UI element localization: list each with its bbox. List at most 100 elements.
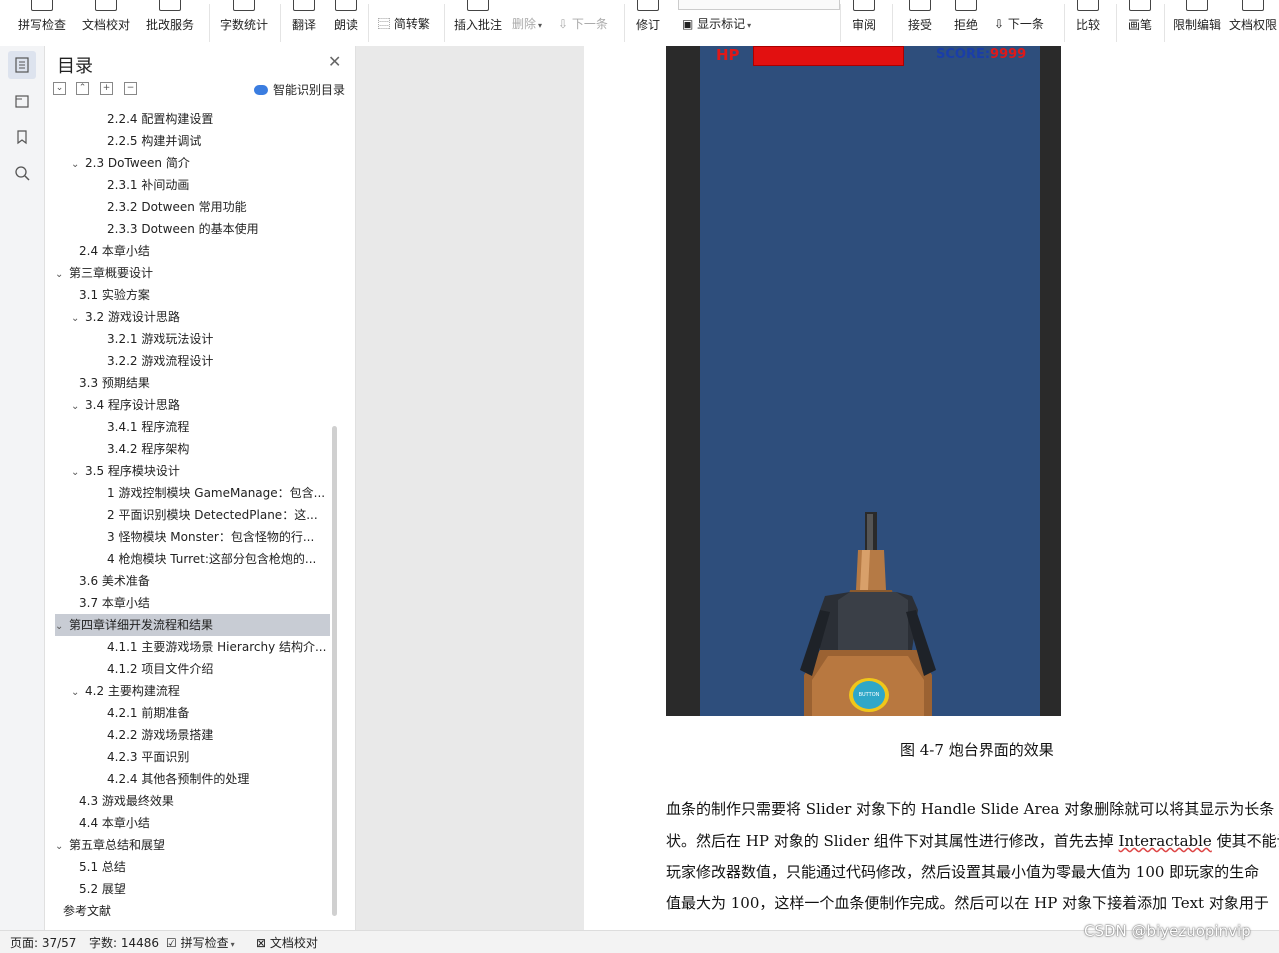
toc-item[interactable]: 2.2.5 构建并调试	[55, 130, 330, 152]
toc-item[interactable]: ⌄ 3.2 游戏设计思路	[55, 306, 330, 328]
toc-item[interactable]: 3.1 实验方案	[55, 284, 330, 306]
collapse-all-icon[interactable]: ⌄	[53, 82, 66, 95]
toc-item[interactable]: 4.1.2 项目文件介绍	[55, 658, 330, 680]
toc-item[interactable]: 参考文献	[55, 900, 330, 922]
spellcheck-status[interactable]: ☑ 拼写检查 ▾	[166, 934, 235, 951]
watermark: CSDN @biyezuopinvip	[1084, 922, 1251, 940]
minus-icon[interactable]: −	[124, 82, 137, 95]
word-count-indicator[interactable]: 字数: 14486	[89, 934, 159, 951]
review-button[interactable]: 审阅	[846, 0, 882, 46]
revise-button[interactable]: 修订	[630, 0, 666, 46]
toc-item[interactable]: 3.2.1 游戏玩法设计	[55, 328, 330, 350]
toc-item[interactable]: 2.3.1 补间动画	[55, 174, 330, 196]
search-button[interactable]	[8, 159, 36, 187]
restrict-edit-button[interactable]: 限制编辑	[1172, 0, 1222, 46]
toc-icon	[15, 57, 29, 73]
toc-item[interactable]: 3.3 预期结果	[55, 372, 330, 394]
next-change-button[interactable]: ⇩ 下一条	[994, 15, 1044, 32]
page-indicator[interactable]: 页面: 37/57	[10, 934, 76, 951]
toc-panel-button[interactable]	[8, 51, 36, 79]
proofread-button[interactable]: 文档校对	[80, 0, 132, 46]
next-comment-button[interactable]: ⇩ 下一条	[558, 15, 608, 32]
toc-item[interactable]: 2.2.4 配置构建设置	[55, 108, 330, 130]
toc-item[interactable]: ⌄ 3.4 程序设计思路	[55, 394, 330, 416]
toc-item[interactable]: 4.2.1 前期准备	[55, 702, 330, 724]
chapter-nav-button[interactable]	[8, 87, 36, 115]
doc-permission-button[interactable]: 文档权限	[1229, 0, 1277, 46]
accept-button[interactable]: 接受	[902, 0, 938, 46]
toc-item[interactable]: ⌄ 第三章概要设计	[55, 262, 330, 284]
toc-item[interactable]: 2.3.3 Dotween 的基本使用	[55, 218, 330, 240]
delete-comment-button[interactable]: 删除 ▾	[512, 15, 542, 32]
toc-item-label: 3.2 游戏设计思路	[85, 310, 180, 324]
toc-item[interactable]: 4.2.3 平面识别	[55, 746, 330, 768]
chevron-down-icon[interactable]: ⌄	[71, 154, 85, 174]
chevron-down-icon[interactable]: ⌄	[71, 462, 85, 482]
toc-item[interactable]: 2.3.2 Dotween 常用功能	[55, 196, 330, 218]
ribbon-divider	[368, 4, 369, 42]
toc-item[interactable]: 2 平面识别模块 DetectedPlane：这...	[55, 504, 330, 526]
toc-item[interactable]: 3.4.1 程序流程	[55, 416, 330, 438]
flagged-word[interactable]: Interactable	[1119, 832, 1212, 850]
correction-service-button[interactable]: 批改服务	[140, 0, 200, 46]
toc-item[interactable]: 1 游戏控制模块 GameManage：包含...	[55, 482, 330, 504]
plus-icon[interactable]: +	[100, 82, 113, 95]
pen-button[interactable]: 画笔	[1124, 0, 1156, 46]
read-aloud-button[interactable]: 朗读	[332, 0, 360, 46]
spellcheck-button[interactable]: 拼写检查	[12, 0, 72, 46]
toc-item-label: 3.4.2 程序架构	[107, 442, 190, 456]
toc-item[interactable]: ⌄ 4.2 主要构建流程	[55, 680, 330, 702]
spellcheck-icon	[31, 0, 53, 11]
translate-button[interactable]: 翻译	[286, 0, 322, 46]
ribbon-divider	[280, 4, 281, 42]
word-count-button[interactable]: 字数统计	[218, 0, 270, 46]
toc-item[interactable]: 2.4 本章小结	[55, 240, 330, 262]
ribbon-toolbar: 拼写检查 文档校对 批改服务 字数统计 翻译 朗读 ⿳ 简转繁 插入批注 删除 ▾…	[0, 0, 1279, 47]
chevron-down-icon[interactable]: ⌄	[55, 616, 69, 636]
simp-trad-button[interactable]: ⿳ 简转繁	[378, 15, 430, 32]
chevron-down-icon[interactable]: ⌄	[71, 396, 85, 416]
chevron-down-icon[interactable]: ⌄	[71, 308, 85, 328]
proofread-icon	[95, 0, 117, 11]
toc-item[interactable]: 4.3 游戏最终效果	[55, 790, 330, 812]
toc-item[interactable]: 4.1.1 主要游戏场景 Hierarchy 结构介...	[55, 636, 330, 658]
toc-item[interactable]: 3.7 本章小结	[55, 592, 330, 614]
chevron-down-icon[interactable]: ⌄	[71, 682, 85, 702]
toc-item[interactable]: ⌄ 2.3 DoTween 简介	[55, 152, 330, 174]
toc-item[interactable]: ⌄ 第四章详细开发流程和结果	[55, 614, 330, 636]
toc-title: 目录	[57, 56, 93, 77]
toc-item-label: 2.3 DoTween 简介	[85, 156, 190, 170]
chevron-down-icon[interactable]: ⌄	[55, 264, 69, 284]
toc-item[interactable]: 4.4 本章小结	[55, 812, 330, 834]
toc-item[interactable]: 3.2.2 游戏流程设计	[55, 350, 330, 372]
proofread-status[interactable]: ⊠ 文档校对	[256, 934, 318, 951]
toc-scrollbar[interactable]	[332, 426, 337, 916]
toc-item[interactable]: 4.2.4 其他各预制件的处理	[55, 768, 330, 790]
markup-mode-select[interactable]	[678, 0, 840, 10]
ai-icon	[254, 84, 268, 95]
toc-item-label: 2.4 本章小结	[79, 244, 150, 258]
bookmark-button[interactable]	[8, 123, 36, 151]
paragraph-line-3: 玩家修改器数值，只能通过代码修改，然后设置其最小值为零最大值为 100 即玩家的…	[666, 863, 1260, 881]
reject-button[interactable]: 拒绝	[948, 0, 984, 46]
toc-item[interactable]: 4.2.2 游戏场景搭建	[55, 724, 330, 746]
compare-button[interactable]: 比较	[1070, 0, 1106, 46]
toc-item[interactable]: ⌄ 3.5 程序模块设计	[55, 460, 330, 482]
expand-up-icon[interactable]: ⌃	[76, 82, 89, 95]
toc-item-label: 3.5 程序模块设计	[85, 464, 180, 478]
toc-item[interactable]: 3.4.2 程序架构	[55, 438, 330, 460]
toc-item[interactable]: 4 枪炮模块 Turret:这部分包含枪炮的...	[55, 548, 330, 570]
show-marks-button[interactable]: ▣ 显示标记 ▾	[682, 15, 751, 32]
close-icon[interactable]: ✕	[328, 52, 341, 71]
toc-item-label: 2.2.5 构建并调试	[107, 134, 202, 148]
insert-comment-button[interactable]: 插入批注	[452, 0, 504, 46]
toc-item[interactable]: 5.1 总结	[55, 856, 330, 878]
toc-item-label: 4.4 本章小结	[79, 816, 150, 830]
toc-item[interactable]: ⌄ 第五章总结和展望	[55, 834, 330, 856]
toc-item[interactable]: 3 怪物模块 Monster：包含怪物的行...	[55, 526, 330, 548]
toc-item[interactable]: 3.6 美术准备	[55, 570, 330, 592]
next-icon: ⇩	[558, 17, 572, 31]
smart-toc-button[interactable]: 智能识别目录	[254, 81, 345, 98]
chevron-down-icon[interactable]: ⌄	[55, 836, 69, 856]
toc-item[interactable]: 5.2 展望	[55, 878, 330, 900]
